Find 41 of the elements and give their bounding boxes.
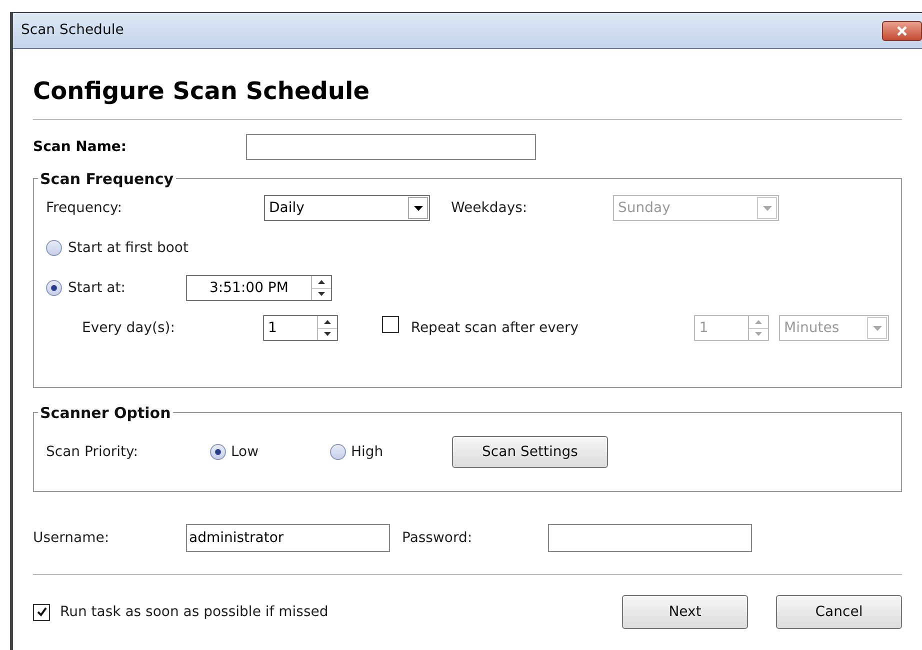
spin-down-icon — [318, 292, 325, 296]
spin-up-icon — [318, 280, 325, 284]
option-label: Repeat scan after every — [410, 318, 580, 338]
caret-icon — [762, 206, 772, 210]
dialog-button[interactable]: Cancel — [776, 595, 902, 629]
dialog-heading: Configure Scan Schedule — [33, 76, 371, 107]
field-label: Scan Priority: — [46, 442, 140, 462]
option-label: High — [351, 442, 384, 462]
radio-button[interactable] — [330, 444, 346, 460]
check-icon — [36, 606, 48, 618]
checkbox[interactable] — [33, 604, 50, 620]
caret-icon — [414, 206, 422, 210]
field-label: Username: — [33, 528, 110, 548]
field-label: Scan Name: — [33, 138, 128, 156]
dropdown[interactable]: Daily — [264, 195, 430, 221]
field-label: Every day(s): — [82, 318, 176, 338]
radio-button[interactable] — [46, 280, 62, 296]
radio-button[interactable] — [210, 444, 226, 460]
option-label: Start at: — [68, 278, 126, 298]
input-field[interactable] — [548, 524, 752, 552]
option-label: Run task as soon as possible if missed — [60, 602, 330, 622]
window-title: Scan Schedule — [21, 21, 124, 40]
spin-down-icon — [755, 332, 762, 336]
spin-up-icon — [324, 320, 331, 324]
field-label: Weekdays: — [451, 198, 528, 218]
input-field[interactable]: administrator — [186, 524, 390, 552]
close-icon — [897, 26, 907, 36]
option-label: Low — [231, 442, 259, 462]
input-field[interactable] — [246, 134, 536, 160]
spin-down-icon — [324, 332, 331, 336]
dialog-button[interactable]: Next — [622, 595, 748, 629]
close-button[interactable] — [882, 20, 922, 40]
caret-icon — [872, 326, 882, 330]
radio-button[interactable] — [46, 240, 62, 256]
spin-up-icon — [755, 320, 762, 324]
option-label: Start at first boot — [68, 238, 188, 258]
field-label: Frequency: — [46, 198, 124, 218]
field-label: Password: — [402, 528, 474, 548]
scan-settings-button[interactable]: Scan Settings — [452, 436, 608, 468]
spin-field[interactable]: 1 — [263, 315, 338, 341]
spin-field[interactable]: 3:51:00 PM — [186, 275, 332, 301]
